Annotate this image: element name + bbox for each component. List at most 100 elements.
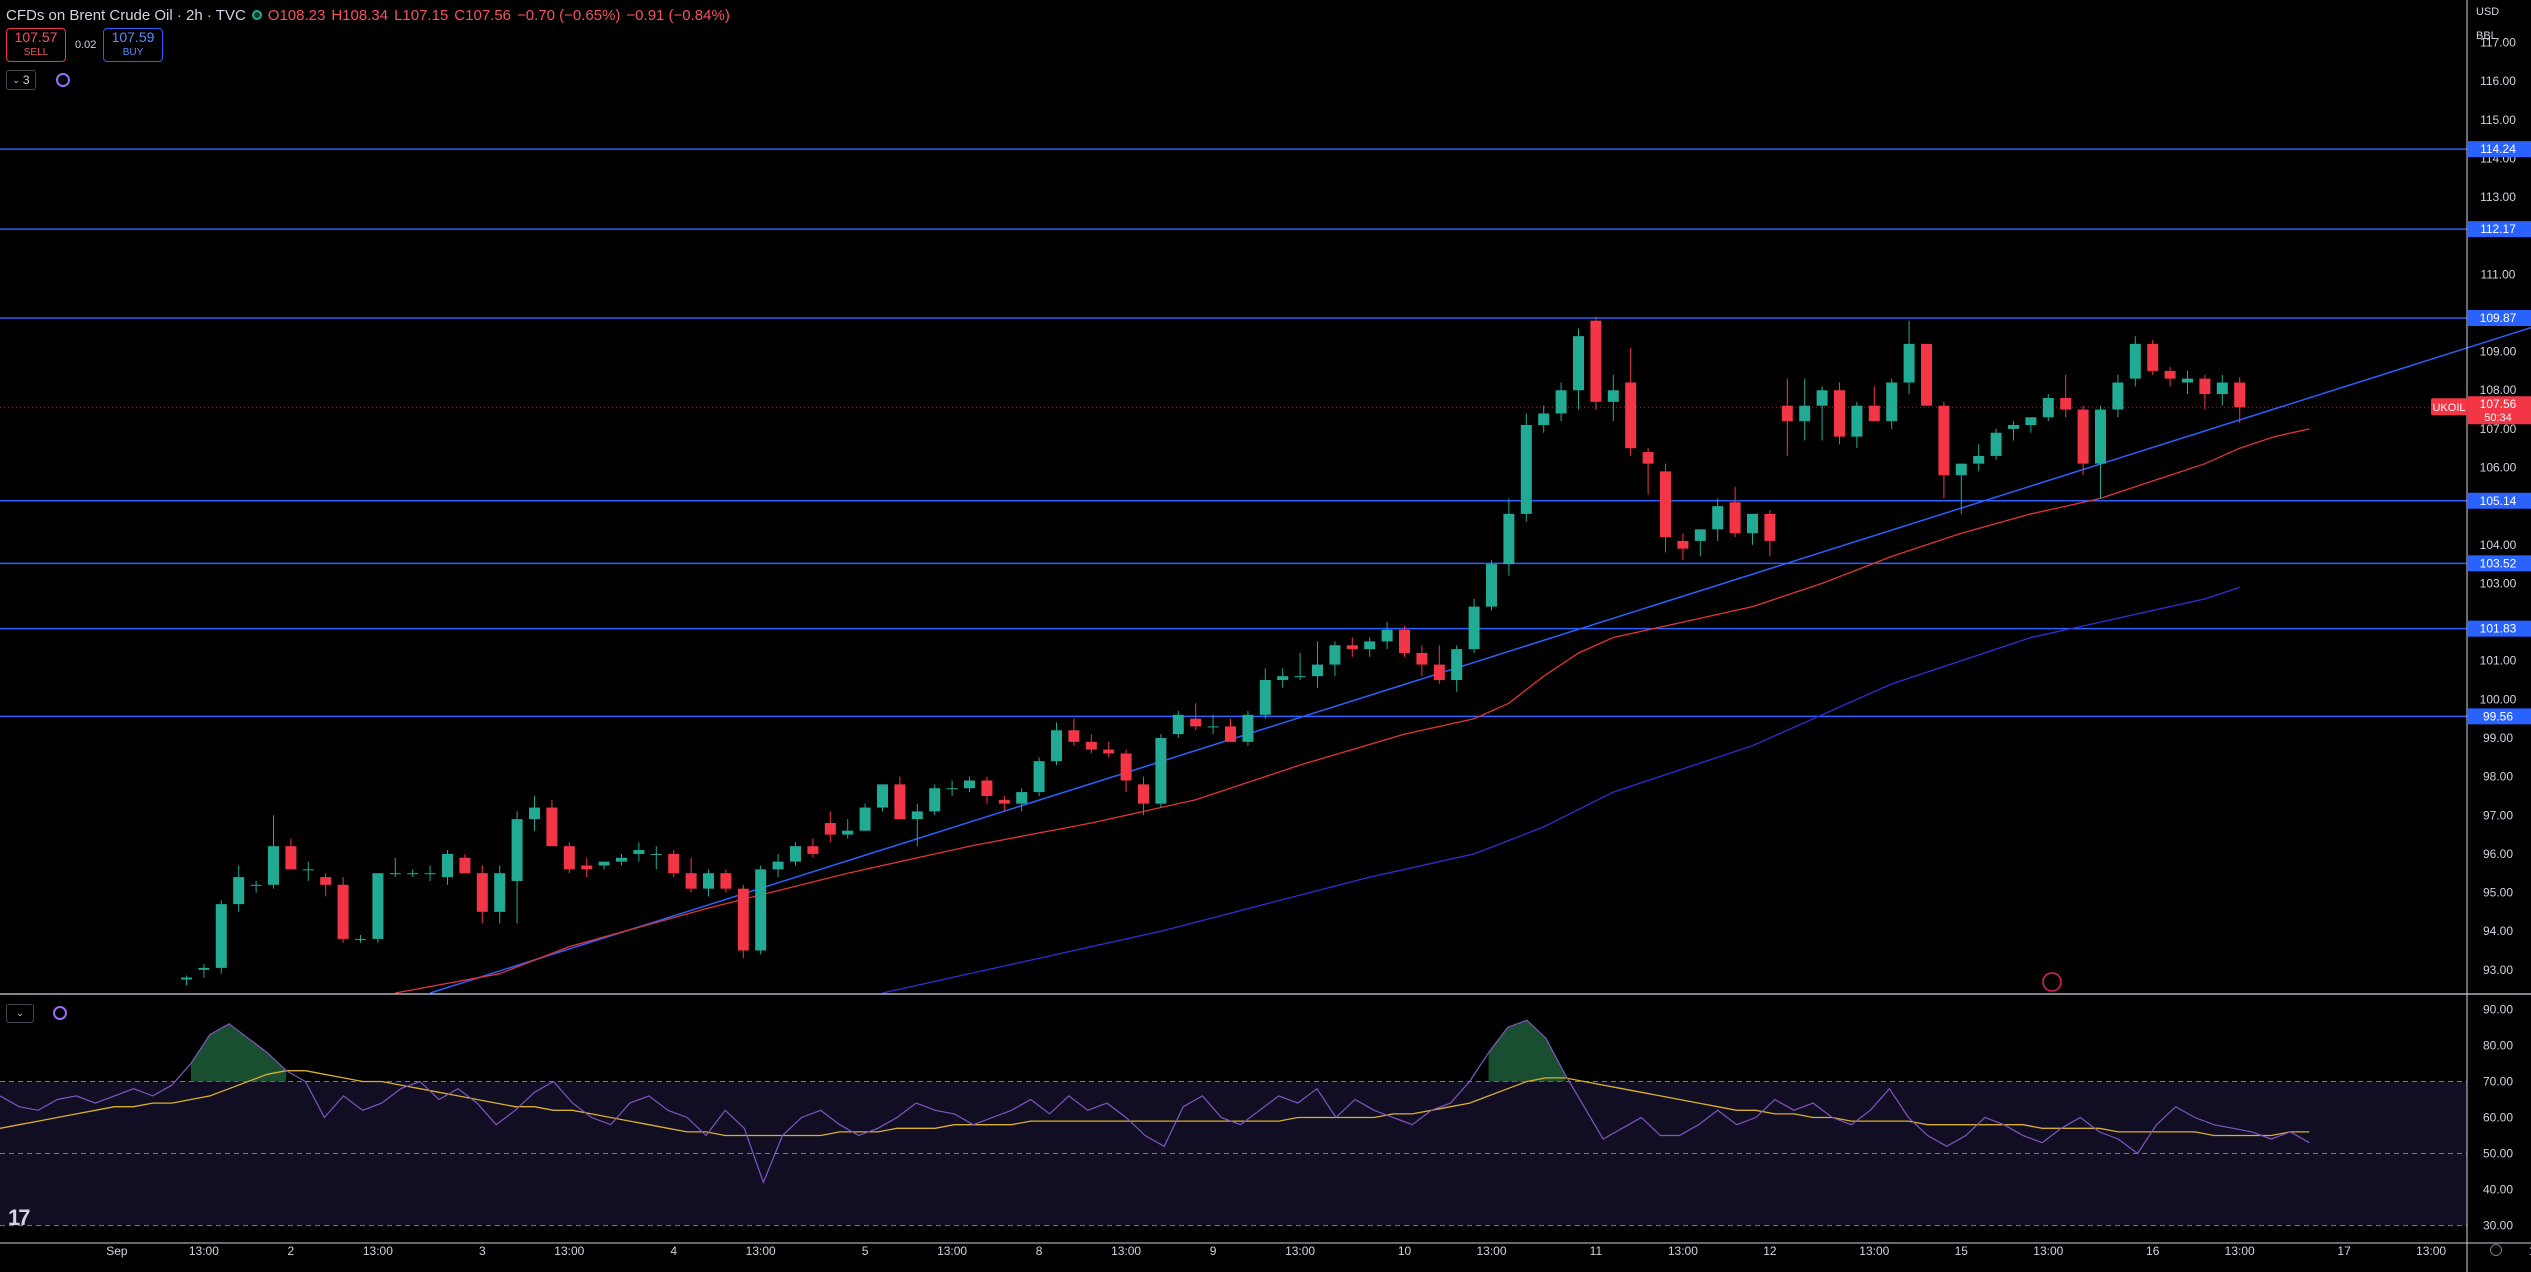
candle-body [1294, 676, 1306, 678]
candle-body [894, 784, 906, 820]
candle [1416, 645, 1428, 677]
candle [1590, 316, 1602, 410]
candle [372, 873, 384, 943]
candle [929, 784, 941, 816]
market-status-icon[interactable] [251, 10, 262, 20]
candle-body [1642, 452, 1654, 464]
candle-body [755, 869, 767, 951]
candle-body [929, 788, 941, 812]
candle-body [1834, 390, 1845, 437]
candle [1103, 741, 1115, 758]
currency-unit[interactable]: USD [2476, 6, 2499, 18]
candle [407, 869, 419, 878]
candle [1259, 668, 1271, 719]
candle [1607, 374, 1619, 422]
candle-body [703, 873, 714, 889]
time-tick-label: 12 [1763, 1244, 1777, 1258]
price-tick-label: 96.00 [2483, 847, 2513, 861]
time-tick-label: 13:00 [363, 1244, 393, 1258]
candle-body [1242, 714, 1254, 742]
price-tick-label: 95.00 [2483, 886, 2513, 900]
candle [1886, 378, 1898, 429]
candle-body [1625, 382, 1637, 449]
alert-lightning-icon [2042, 972, 2062, 992]
sell-button[interactable]: 107.57 SELL [6, 28, 66, 62]
rsi-tick-label: 30.00 [2483, 1219, 2513, 1233]
ohlc-change: −0.70 (−0.65%) [517, 6, 621, 24]
settings-icon[interactable] [2490, 1244, 2502, 1256]
time-tick-label: 16 [2146, 1244, 2160, 1258]
buy-price: 107.59 [111, 29, 155, 45]
candle-body [268, 846, 279, 885]
candle [1903, 320, 1915, 395]
candle [529, 795, 540, 831]
candle-body [1346, 645, 1358, 650]
rsi-pane [0, 1019, 2467, 1227]
candle [285, 838, 297, 870]
candle [1486, 560, 1497, 611]
candle [250, 880, 262, 893]
rsi-collapse-button[interactable]: ⌄ [6, 1004, 34, 1023]
candle [563, 842, 575, 874]
candle-body [2025, 417, 2037, 426]
candle [320, 873, 332, 897]
price-chart[interactable]: 93.0094.0095.0096.0097.0098.0099.00100.0… [0, 0, 2531, 1272]
candle-body [1955, 463, 1967, 476]
ohlc-low: L107.15 [394, 6, 449, 24]
candle [1381, 622, 1393, 650]
candle-body [1416, 652, 1428, 665]
spread-value: 0.02 [75, 39, 97, 51]
buy-button[interactable]: 107.59 BUY [103, 28, 163, 62]
candle-body [859, 807, 871, 831]
price-tick-label: 94.00 [2483, 924, 2513, 938]
time-tick-label: 13:00 [1668, 1244, 1698, 1258]
time-tick-label: 13:00 [1859, 1244, 1889, 1258]
price-tick-label: 99.00 [2483, 731, 2513, 745]
candle-body [842, 830, 854, 835]
candlesticks [181, 316, 2246, 986]
symbol-title[interactable]: CFDs on Brent Crude Oil · 2h · TVC [6, 7, 246, 24]
price-tick-label: 103.00 [2480, 576, 2517, 590]
rsi-tick-label: 70.00 [2483, 1074, 2513, 1088]
price-tick-label: 100.00 [2480, 692, 2517, 706]
candle [1346, 637, 1358, 657]
candle [302, 861, 314, 881]
candle [2060, 374, 2072, 418]
candle-body [198, 967, 210, 970]
candle-body [1607, 390, 1619, 402]
ohlc-change-2: −0.91 (−0.84%) [626, 6, 730, 24]
time-tick-label: 13:00 [1285, 1244, 1315, 1258]
candle-body [1520, 425, 1532, 514]
candle-body [2129, 343, 2141, 379]
tradingview-logo[interactable]: 17 [8, 1205, 31, 1231]
candle [842, 819, 854, 839]
candle-body [529, 807, 540, 820]
candle [1834, 382, 1845, 445]
price-tick-label: 98.00 [2483, 770, 2513, 784]
rsi-settings-icon[interactable] [53, 1006, 67, 1020]
candle-body [302, 869, 314, 871]
candle-body [1329, 645, 1341, 665]
candle-body [911, 811, 923, 820]
candle [1660, 463, 1671, 553]
indicators-toggle-button[interactable]: ⌄ 3 [6, 70, 36, 90]
candle [1051, 722, 1062, 766]
candle [2234, 377, 2246, 424]
candle-body [2199, 378, 2211, 395]
price-tick-label: 116.00 [2480, 74, 2516, 88]
indicator-settings-icon[interactable] [56, 73, 70, 87]
candle-body [389, 873, 401, 875]
level-price-label: 101.83 [2480, 622, 2517, 636]
candle-body [685, 873, 697, 889]
candle-body [1451, 649, 1463, 681]
candle-body [320, 877, 332, 885]
quantity-unit[interactable]: BBL [2476, 30, 2497, 42]
candle-body [1903, 343, 1915, 383]
time-tick-label: 13:00 [2416, 1244, 2446, 1258]
candle-body [1694, 529, 1706, 541]
candle-body [1747, 513, 1758, 534]
time-tick-label: 3 [479, 1244, 486, 1258]
candle-body [2112, 382, 2124, 410]
candle [2147, 340, 2159, 375]
candle-body [1207, 726, 1219, 728]
